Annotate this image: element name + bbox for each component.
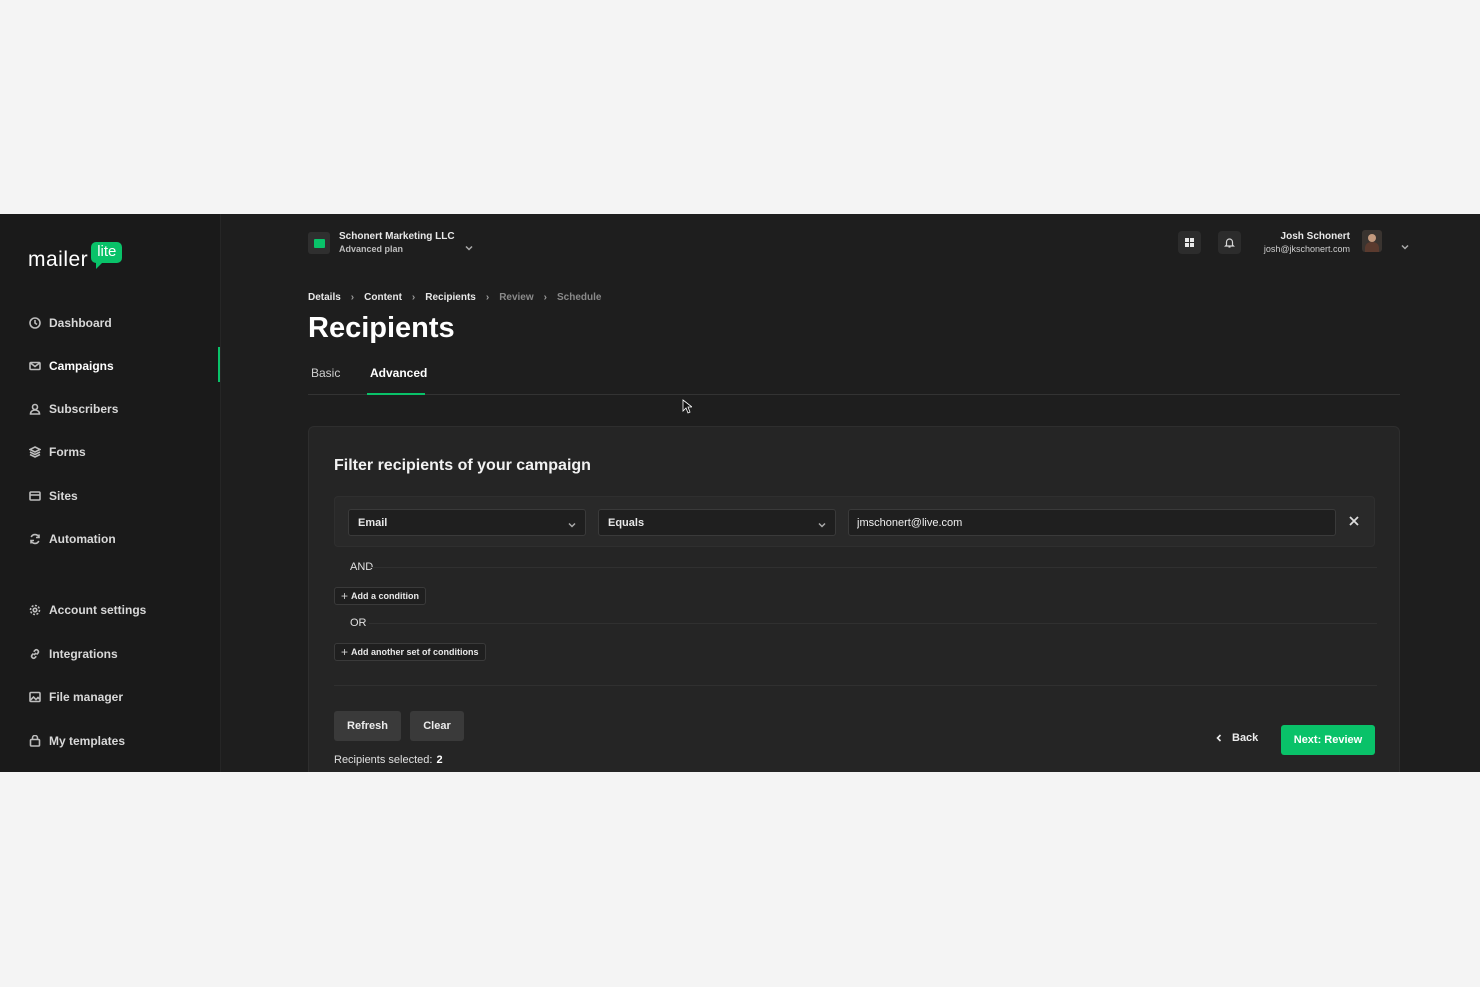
page-title: Recipients [308,312,455,344]
tabs: Basic Advanced [308,362,1400,395]
divider [369,567,1377,568]
sidebar-item-label: Sites [49,489,78,503]
breadcrumb-review: Review [499,292,534,303]
add-condition-set-button[interactable]: + Add another set of conditions [334,643,486,661]
org-logo-icon [308,232,330,254]
sidebar-item-label: Account settings [49,603,147,617]
link-icon [28,647,42,661]
clear-button[interactable]: Clear [410,711,464,741]
filter-card: Filter recipients of your campaign Email… [308,426,1400,772]
grid-icon [1185,238,1194,247]
org-plan: Advanced plan [339,244,404,254]
add-condition-button[interactable]: + Add a condition [334,587,427,605]
chevron-right-icon: › [485,292,490,303]
refresh-icon [28,532,42,546]
condition-value-input[interactable] [848,509,1336,536]
chevron-left-icon [1216,734,1222,742]
sidebar-item-label: Automation [49,532,116,546]
sidebar-item-campaigns[interactable]: Campaigns [28,357,114,375]
user-menu[interactable]: Josh Schonert josh@jkschonert.com [1264,230,1350,256]
logo-badge: lite [91,242,123,269]
mouse-cursor-icon [682,399,692,414]
recipients-selected-label: Recipients selected: [334,754,433,766]
next-review-button[interactable]: Next: Review [1281,725,1375,755]
back-button[interactable]: Back [1215,732,1258,744]
tab-basic[interactable]: Basic [311,366,340,394]
condition-row: Email Equals [334,496,1375,547]
active-indicator [218,347,220,382]
app-window: mailer lite Dashboard Campaigns Subscrib… [0,214,1480,772]
notifications-button[interactable] [1218,231,1241,254]
breadcrumb-details[interactable]: Details [308,292,341,303]
chevron-down-icon [465,239,473,251]
plus-icon: + [341,645,349,659]
add-condition-set-label: Add another set of conditions [351,647,479,657]
sidebar-item-account-settings[interactable]: Account settings [28,601,146,619]
sidebar-item-label: File manager [49,690,124,704]
sidebar-item-my-templates[interactable]: My templates [28,732,125,750]
clock-icon [28,316,42,330]
sidebar-item-sites[interactable]: Sites [28,487,78,505]
user-name: Josh Schonert [1280,231,1350,242]
template-icon [28,734,42,748]
browser-icon [28,489,42,503]
logo-word: mailer [28,248,89,271]
chevron-down-icon [818,520,826,528]
sidebar-item-subscribers[interactable]: Subscribers [28,400,118,418]
sidebar-item-label: Forms [49,445,86,459]
filter-title: Filter recipients of your campaign [334,457,591,474]
sidebar-item-label: Campaigns [49,359,114,373]
recipients-selected-count: 2 [436,754,443,766]
gear-icon [28,603,42,617]
operator-select[interactable]: Equals [598,509,836,536]
divider [369,623,1377,624]
chevron-down-icon[interactable] [1401,238,1409,250]
bell-icon [1224,238,1235,248]
breadcrumb: Details › Content › Recipients › Review … [308,292,601,303]
tab-active-underline [367,393,425,395]
mail-icon [28,359,42,373]
user-icon [28,402,42,416]
breadcrumb-recipients[interactable]: Recipients [425,292,476,303]
breadcrumb-schedule: Schedule [557,292,602,303]
sidebar-item-label: Subscribers [49,402,119,416]
plus-icon: + [341,589,349,603]
field-select[interactable]: Email [348,509,586,536]
org-name: Schonert Marketing LLC [339,231,455,242]
avatar[interactable] [1362,230,1382,252]
mailerlite-logo[interactable]: mailer lite [28,242,123,272]
layers-icon [28,445,42,459]
tab-advanced[interactable]: Advanced [370,366,427,394]
apps-grid-button[interactable] [1178,231,1201,254]
sidebar: mailer lite Dashboard Campaigns Subscrib… [0,214,221,772]
org-switcher[interactable]: Schonert Marketing LLC Advanced plan [308,230,473,256]
chevron-right-icon: › [543,292,547,303]
or-label: OR [350,617,367,629]
image-icon [28,690,42,704]
refresh-button[interactable]: Refresh [334,711,401,741]
add-condition-label: Add a condition [351,591,420,601]
chevron-right-icon: › [411,292,416,303]
back-label: Back [1232,732,1259,744]
sidebar-item-dashboard[interactable]: Dashboard [28,314,112,332]
sidebar-item-file-manager[interactable]: File manager [28,688,123,706]
breadcrumb-content[interactable]: Content [364,292,402,303]
recipients-selected: Recipients selected: 2 [334,754,443,766]
chevron-right-icon: › [350,292,355,303]
operator-select-value: Equals [608,517,645,529]
chevron-down-icon [568,520,576,528]
sidebar-item-label: Integrations [49,647,118,661]
sidebar-item-integrations[interactable]: Integrations [28,645,118,663]
sidebar-item-forms[interactable]: Forms [28,443,86,461]
sidebar-item-label: Dashboard [49,316,112,330]
sidebar-item-label: My templates [49,734,126,748]
user-email: josh@jkschonert.com [1263,244,1350,254]
close-icon[interactable] [1347,514,1361,528]
divider [334,685,1377,686]
sidebar-item-automation[interactable]: Automation [28,530,116,548]
field-select-value: Email [358,517,388,529]
